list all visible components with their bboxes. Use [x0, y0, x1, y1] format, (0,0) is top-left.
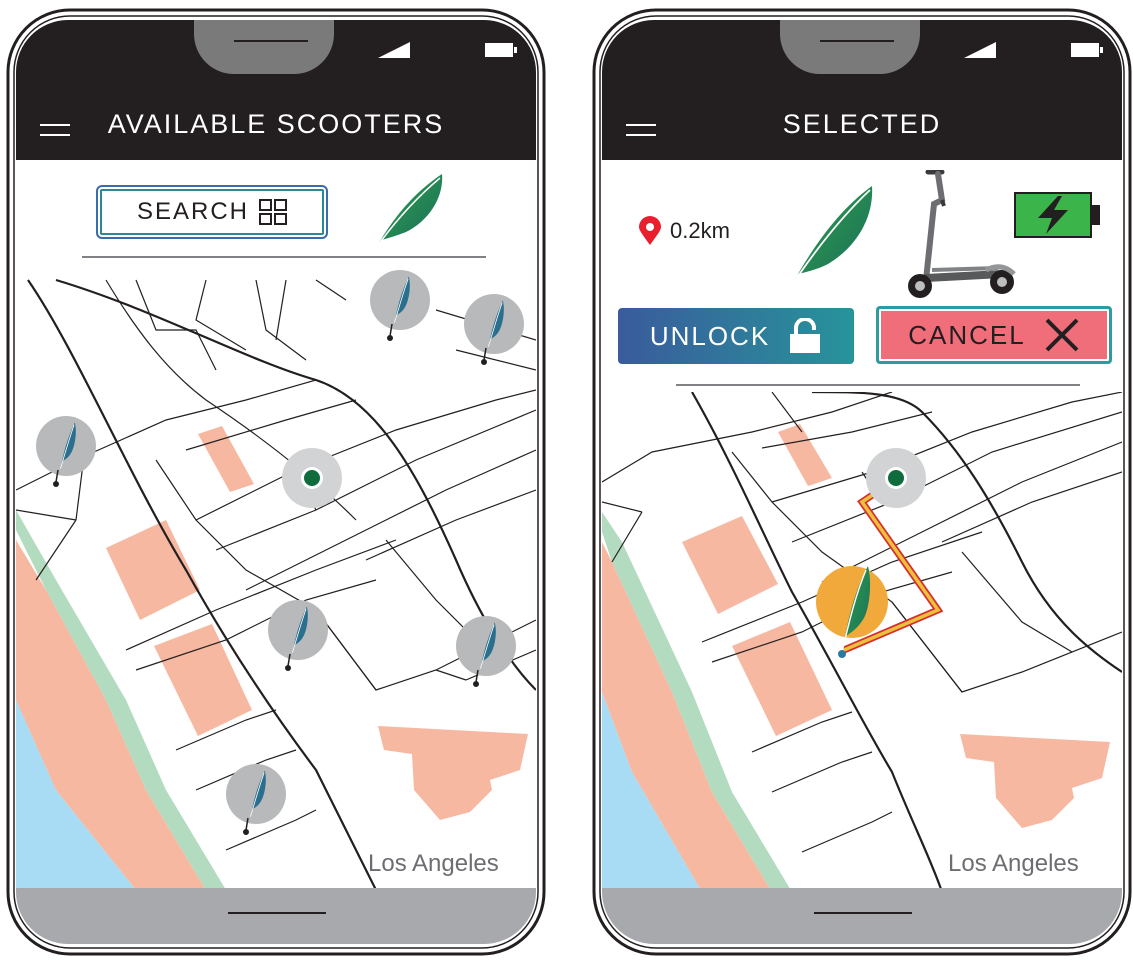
bottom-bar — [16, 888, 536, 944]
screen: SELECTED 0.2km UNLOCK CANCEL Los Angeles — [602, 20, 1122, 944]
signal-icon — [964, 42, 996, 58]
feather-logo-icon — [375, 174, 443, 249]
user-location-marker — [282, 448, 342, 508]
close-icon — [1045, 318, 1079, 352]
distance-info: 0.2km — [638, 216, 730, 246]
feather-logo-icon — [789, 186, 873, 289]
scooter-icon — [908, 170, 1016, 298]
battery-status-icon — [485, 43, 517, 57]
grid-icon — [259, 199, 288, 225]
city-label: Los Angeles — [948, 850, 1079, 877]
screen: AVAILABLE SCOOTERS SEARCH Los Angeles — [16, 20, 536, 944]
page-title: AVAILABLE SCOOTERS — [107, 109, 445, 139]
scooter-marker[interactable] — [268, 600, 328, 671]
battery-charging-icon — [1014, 192, 1100, 238]
home-indicator[interactable] — [228, 912, 326, 914]
phone-available-scooters: AVAILABLE SCOOTERS SEARCH Los Angeles — [6, 8, 546, 956]
location-pin-icon — [639, 216, 661, 245]
distance-value: 0.2km — [670, 218, 730, 243]
top-bar: SELECTED — [602, 20, 1122, 160]
search-button[interactable]: SEARCH — [96, 185, 328, 239]
unlock-icon — [790, 318, 821, 353]
phone-selected-scooter: SELECTED 0.2km UNLOCK CANCEL Los Angeles — [592, 8, 1132, 956]
bottom-bar — [602, 888, 1122, 944]
notch — [194, 20, 334, 74]
home-indicator[interactable] — [814, 912, 912, 914]
battery-status-icon — [1071, 43, 1103, 57]
map[interactable] — [602, 392, 1122, 892]
divider — [676, 384, 1080, 386]
scooter-marker[interactable] — [36, 416, 96, 487]
scooter-marker[interactable] — [226, 764, 286, 835]
cancel-button[interactable]: CANCEL — [876, 306, 1112, 364]
search-label: SEARCH — [136, 198, 250, 225]
user-location-marker — [866, 448, 926, 508]
notch — [780, 20, 920, 74]
signal-icon — [378, 42, 410, 58]
unlock-button[interactable]: UNLOCK — [618, 308, 854, 364]
cancel-label: CANCEL — [908, 319, 1026, 350]
scooter-marker[interactable] — [370, 270, 430, 341]
unlock-label: UNLOCK — [649, 320, 771, 351]
top-bar: AVAILABLE SCOOTERS — [16, 20, 536, 160]
city-label: Los Angeles — [368, 850, 499, 877]
map[interactable] — [16, 270, 536, 890]
scooter-marker[interactable] — [456, 616, 516, 687]
divider — [82, 256, 486, 258]
page-title: SELECTED — [782, 109, 942, 139]
